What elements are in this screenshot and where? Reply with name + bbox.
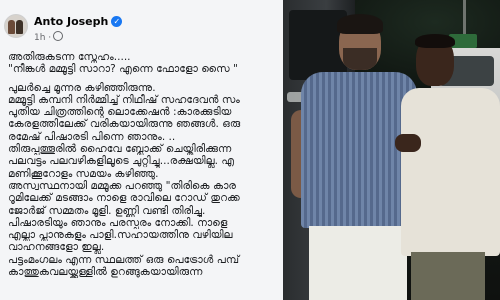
post-line: തിരുപ്പത്തൂരിൽ ഹൈവേ ബ്ലോക്ക് ചെയ്തിരിക്ക… bbox=[8, 143, 232, 156]
post-line: ജോർജ് സമ്മതം മൂളി. ഉണ്ണി വണ്ടി തിരിച്ചു. bbox=[8, 204, 206, 217]
photo-person-right-hair bbox=[415, 34, 455, 48]
post-line: പിഷാരടിയും ഞാനും പരസ്പരം നോക്കി. നാളെ bbox=[8, 216, 228, 229]
post-line: രമേഷ് പിഷാരടി പിന്നെ ഞാനും. .. bbox=[8, 130, 176, 143]
photo-person-left-mundu bbox=[309, 226, 407, 300]
photo-person-right-shirt bbox=[401, 88, 500, 256]
post-line: "നീങ്കൾ മമ്മൂട്ടി സാറാ? എന്നെ ഫോളോ സൈ " bbox=[8, 63, 238, 76]
post-line: മണിക്കൂറോളം സമയം കഴിഞ്ഞു. bbox=[8, 167, 159, 180]
post-line: എല്ലാ പ്ലാനുകളും പാളി.സഹായത്തിനു വഴിയില bbox=[8, 229, 233, 242]
post-text: അതിരുകടന്ന സ്നേഹം..... "നീങ്കൾ മമ്മൂട്ടി… bbox=[8, 51, 283, 278]
facebook-post-card: Anto Joseph ✓ 1h · അതിരുകടന്ന സ്നേഹം.....… bbox=[0, 0, 283, 300]
globe-privacy-icon bbox=[53, 31, 64, 41]
post-line: കേരളത്തിലേക്ക് വരികയായിരുന്നു ഞങ്ങൾ. ഒരു bbox=[8, 118, 241, 131]
post-line: മമ്മൂട്ടി കമ്പനി നിർമ്മിച്ച് നിഥീഷ് സഹദേ… bbox=[8, 93, 240, 106]
post-time-text[interactable]: 1h · bbox=[34, 33, 51, 43]
post-line: പട്ടംമംഗലം എന്ന സ്ഥലത്ത് ഒരു പെട്രോൾ പമ്… bbox=[8, 253, 240, 266]
photo-person-right-pants bbox=[411, 252, 485, 300]
post-line: റൂമിലേക്ക് മടങ്ങാം നാളെ രാവിലെ റോഡ് തുറക… bbox=[8, 192, 240, 205]
post-timestamp[interactable]: 1h · bbox=[34, 31, 64, 43]
post-line: അതിരുകടന്ന സ്നേഹം..... bbox=[8, 51, 131, 63]
post-line: അസ്വസ്ഥനായി മമ്മൂക്ക പറഞ്ഞു "തിരികെ കാര bbox=[8, 179, 237, 192]
post-line: കാത്തുകവലയ്ക്കുള്ളിൽ ഉറങ്ങുകയായിരുന്ന bbox=[8, 266, 203, 279]
author-avatar[interactable] bbox=[4, 14, 28, 38]
post-line: പുതിയ ചിത്രത്തിന്റെ ലൊക്കേഷൻ :കാരക്കുടിയ bbox=[8, 106, 232, 119]
photo-person-left-beard bbox=[343, 48, 377, 70]
post-line: വാഹനങ്ങളോ ഇല്ല. bbox=[8, 241, 105, 254]
photo-pole bbox=[463, 0, 466, 34]
author-name-text[interactable]: Anto Joseph bbox=[34, 15, 108, 28]
post-photo[interactable] bbox=[283, 0, 500, 300]
avatar-person-icon bbox=[16, 20, 23, 34]
verified-badge-icon: ✓ bbox=[111, 16, 123, 27]
photo-person-left-hair bbox=[337, 14, 383, 34]
author-name[interactable]: Anto Joseph ✓ bbox=[34, 15, 123, 28]
post-line: പുലർച്ചെ മൂന്നര കഴിഞ്ഞിരുന്നു. bbox=[8, 81, 156, 94]
post-line: പലവട്ടം പലവഴികളിലൂടെ ചുറ്റിച്ചു...രക്ഷയി… bbox=[8, 155, 235, 168]
avatar-person-icon bbox=[8, 20, 15, 34]
photo-person-right-hand bbox=[395, 134, 421, 152]
post-header: Anto Joseph ✓ 1h · bbox=[0, 0, 283, 48]
